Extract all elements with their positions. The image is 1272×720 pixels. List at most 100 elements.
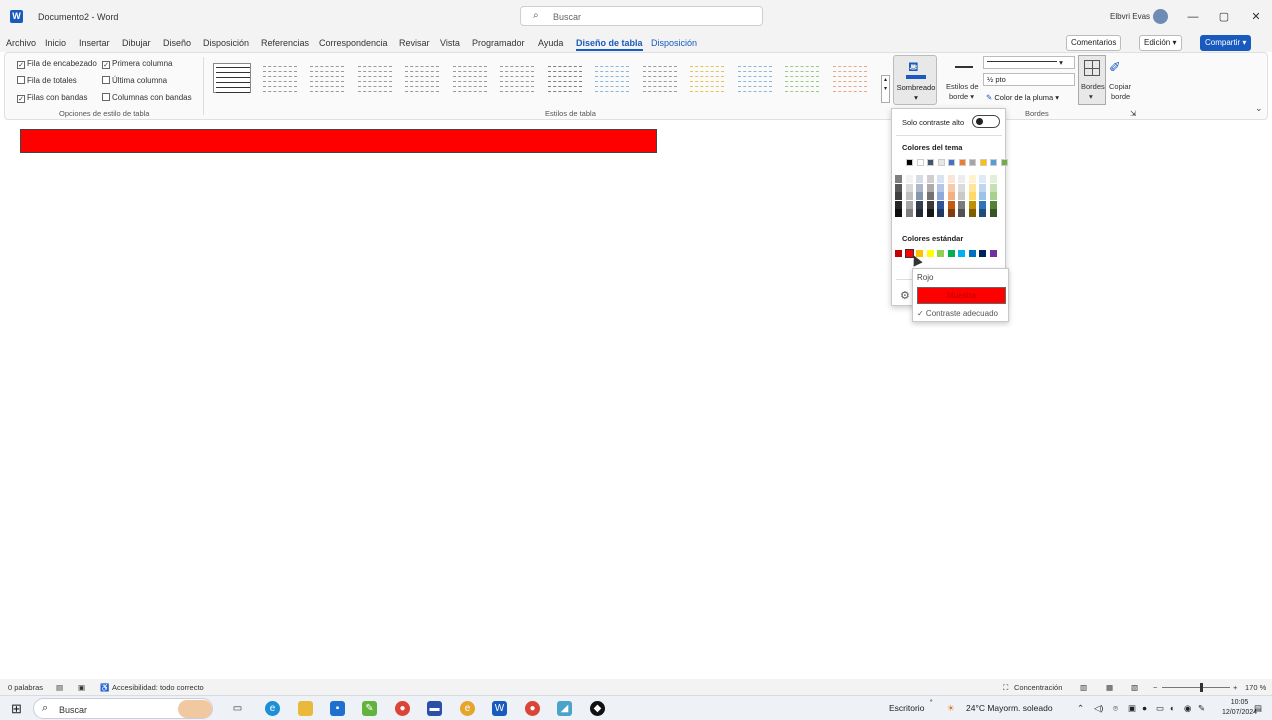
close-button[interactable]: ✕ xyxy=(1246,8,1266,26)
comments-button[interactable]: Comentarios xyxy=(1066,35,1122,51)
theme-shade-swatch[interactable] xyxy=(937,175,944,183)
total-row-checkbox[interactable]: Fila de totales xyxy=(17,76,77,85)
tab-diseno-de-tabla[interactable]: Diseño de tabla xyxy=(576,38,643,51)
table-style-thumbnail[interactable] xyxy=(641,63,679,93)
theme-shade-swatch[interactable] xyxy=(905,192,913,200)
store-icon[interactable]: ▪ xyxy=(330,701,345,716)
proofing-icon[interactable]: ▤ xyxy=(56,683,63,692)
tray-app-icon-6[interactable]: ✎ xyxy=(1198,703,1205,714)
theme-color-swatch[interactable] xyxy=(937,159,945,166)
accessibility-status[interactable]: Accesibilidad: todo correcto xyxy=(112,683,204,692)
edit-mode-button[interactable]: Edición ▾ xyxy=(1139,35,1182,51)
theme-color-swatch[interactable] xyxy=(990,159,997,166)
theme-shade-swatch[interactable] xyxy=(979,183,986,192)
tray-app-icon-4[interactable]: ◐ xyxy=(1170,703,1175,713)
zoom-slider[interactable] xyxy=(1162,687,1230,688)
dialog-launcher-icon[interactable]: ⇲ xyxy=(1130,109,1136,118)
word-count[interactable]: 0 palabras xyxy=(8,683,43,692)
theme-shade-swatch[interactable] xyxy=(916,200,923,209)
theme-color-swatch[interactable] xyxy=(979,159,987,166)
theme-color-swatch[interactable] xyxy=(958,159,966,166)
copy-border-label-2[interactable]: borde xyxy=(1111,92,1130,101)
theme-shade-swatch[interactable] xyxy=(947,209,955,217)
tab-disposicion[interactable]: Disposición xyxy=(203,38,249,48)
theme-shade-swatch[interactable] xyxy=(979,209,986,217)
tab-correspondencia[interactable]: Correspondencia xyxy=(319,38,388,48)
chrome-icon[interactable]: ● xyxy=(395,701,410,716)
tray-app-icon-1[interactable]: ▣ xyxy=(1128,703,1136,714)
theme-shade-swatch[interactable] xyxy=(916,175,923,183)
theme-shade-swatch[interactable] xyxy=(926,183,934,192)
last-column-checkbox[interactable]: Última columna xyxy=(102,76,167,85)
theme-shade-swatch[interactable] xyxy=(937,209,944,217)
edge-icon[interactable]: e xyxy=(265,701,280,716)
theme-shade-swatch[interactable] xyxy=(926,192,934,200)
theme-color-swatch[interactable] xyxy=(916,159,924,166)
header-row-checkbox[interactable]: ✓ Fila de encabezado xyxy=(17,59,97,69)
theme-shade-swatch[interactable] xyxy=(937,200,944,209)
print-layout-icon[interactable]: ▦ xyxy=(1106,683,1113,692)
theme-color-swatch[interactable] xyxy=(906,159,913,166)
banded-rows-checkbox[interactable]: ✓ Filas con bandas xyxy=(17,93,87,103)
theme-shade-swatch[interactable] xyxy=(968,200,976,209)
tab-archivo[interactable]: Archivo xyxy=(6,38,36,48)
tab-dibujar[interactable]: Dibujar xyxy=(122,38,151,48)
table-style-thumbnail[interactable] xyxy=(783,63,821,93)
app-icon-dark[interactable]: ◆ xyxy=(590,701,605,716)
task-view-icon[interactable]: ▭ xyxy=(230,701,245,716)
theme-shade-swatch[interactable] xyxy=(968,183,976,192)
tab-vista[interactable]: Vista xyxy=(440,38,460,48)
theme-shade-swatch[interactable] xyxy=(958,200,965,209)
user-name[interactable]: Elbvri Evas xyxy=(1110,12,1150,21)
table-style-thumbnail[interactable] xyxy=(261,63,299,93)
app-icon-blue[interactable]: ◢ xyxy=(557,701,572,716)
theme-shade-swatch[interactable] xyxy=(989,200,997,209)
theme-shade-swatch[interactable] xyxy=(937,192,944,200)
desktop-label[interactable]: Escritorio xyxy=(889,703,924,713)
table-style-thumbnail[interactable] xyxy=(736,63,774,93)
standard-color-swatch[interactable] xyxy=(926,250,934,257)
high-contrast-toggle[interactable] xyxy=(972,115,1000,128)
speaker-icon[interactable]: ◁) xyxy=(1094,703,1103,714)
borders-button[interactable]: Bordes ▾ xyxy=(1078,55,1106,105)
focus-mode[interactable]: Concentración xyxy=(1014,683,1062,692)
theme-shade-swatch[interactable] xyxy=(989,192,997,200)
search-input[interactable]: ⌕ Buscar xyxy=(520,6,763,26)
tray-app-icon-3[interactable]: ▭ xyxy=(1156,703,1164,714)
theme-shade-swatch[interactable] xyxy=(916,183,923,192)
theme-shade-swatch[interactable] xyxy=(958,192,965,200)
more-colors-icon[interactable]: ⚙ xyxy=(900,289,910,302)
tab-diseno[interactable]: Diseño xyxy=(163,38,191,48)
read-mode-icon[interactable]: ▥ xyxy=(1080,683,1087,692)
theme-color-swatch[interactable] xyxy=(969,159,976,166)
theme-shade-swatch[interactable] xyxy=(989,209,997,217)
line-style-dropdown[interactable]: ▾ xyxy=(983,56,1075,69)
border-styles-label[interactable]: Estilos de xyxy=(946,82,979,91)
theme-color-swatch[interactable] xyxy=(948,159,955,166)
zoom-slider-thumb[interactable] xyxy=(1200,683,1203,692)
remote-desktop-icon[interactable]: ▬ xyxy=(427,701,442,716)
table-style-thumbnail[interactable] xyxy=(356,63,394,93)
theme-shade-swatch[interactable] xyxy=(968,192,976,200)
table-style-thumbnail[interactable] xyxy=(688,63,726,93)
web-layout-icon[interactable]: ▧ xyxy=(1131,683,1138,692)
theme-shade-swatch[interactable] xyxy=(979,192,986,200)
windows-start-icon[interactable]: ⊞ xyxy=(9,701,24,716)
standard-color-swatch[interactable] xyxy=(989,250,997,257)
tab-insertar[interactable]: Insertar xyxy=(79,38,110,48)
theme-shade-swatch[interactable] xyxy=(895,209,902,217)
standard-color-swatch[interactable] xyxy=(968,250,976,257)
maximize-button[interactable]: ▢ xyxy=(1214,8,1234,26)
notifications-icon[interactable]: ▤ xyxy=(1254,703,1262,714)
tab-disposicion-tabla[interactable]: Disposición xyxy=(651,38,697,48)
minimize-button[interactable]: — xyxy=(1183,8,1203,26)
theme-shade-swatch[interactable] xyxy=(926,209,934,217)
word-taskbar-icon[interactable]: W xyxy=(492,701,507,716)
zoom-in-icon[interactable]: + xyxy=(1233,683,1237,692)
table-style-thumbnail[interactable] xyxy=(593,63,631,93)
theme-shade-swatch[interactable] xyxy=(958,175,965,183)
theme-shade-swatch[interactable] xyxy=(905,200,913,209)
network-icon[interactable]: ⌾ xyxy=(1113,703,1118,714)
tab-inicio[interactable]: Inicio xyxy=(45,38,66,48)
theme-shade-swatch[interactable] xyxy=(968,209,976,217)
